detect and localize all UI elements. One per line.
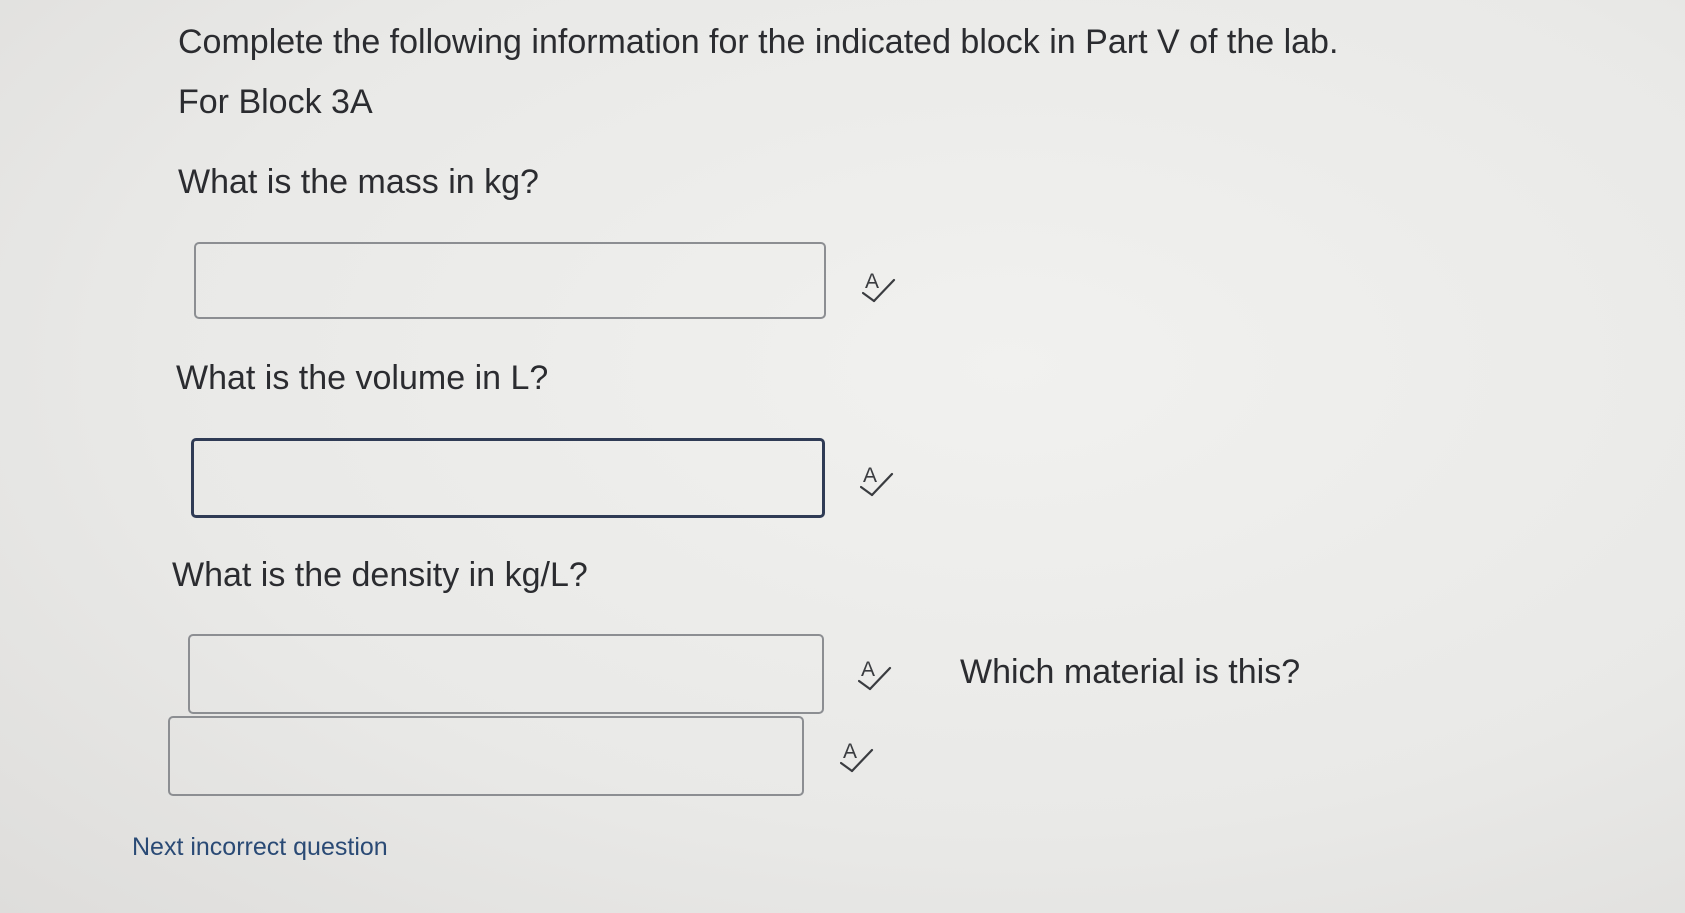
mass-question: What is the mass in kg? bbox=[178, 163, 539, 201]
density-input[interactable] bbox=[188, 634, 824, 714]
spellcheck-icon-letter: A bbox=[843, 740, 857, 763]
spellcheck-icon-letter: A bbox=[865, 270, 879, 293]
mass-input[interactable] bbox=[194, 242, 826, 319]
material-input[interactable] bbox=[168, 716, 804, 796]
density-question: What is the density in kg/L? bbox=[172, 556, 588, 594]
spellcheck-icon[interactable]: A bbox=[860, 462, 896, 500]
material-question: Which material is this? bbox=[960, 653, 1301, 691]
next-incorrect-question-link[interactable]: Next incorrect question bbox=[132, 832, 388, 862]
spellcheck-icon[interactable]: A bbox=[862, 268, 898, 306]
block-label: For Block 3A bbox=[178, 83, 373, 121]
spellcheck-icon[interactable]: A bbox=[858, 656, 894, 694]
instructions-text: Complete the following information for t… bbox=[178, 23, 1339, 61]
spellcheck-icon-letter: A bbox=[861, 658, 875, 681]
spellcheck-icon[interactable]: A bbox=[840, 738, 876, 776]
spellcheck-icon-letter: A bbox=[863, 464, 877, 487]
volume-input[interactable] bbox=[191, 438, 825, 518]
volume-question: What is the volume in L? bbox=[176, 359, 549, 397]
